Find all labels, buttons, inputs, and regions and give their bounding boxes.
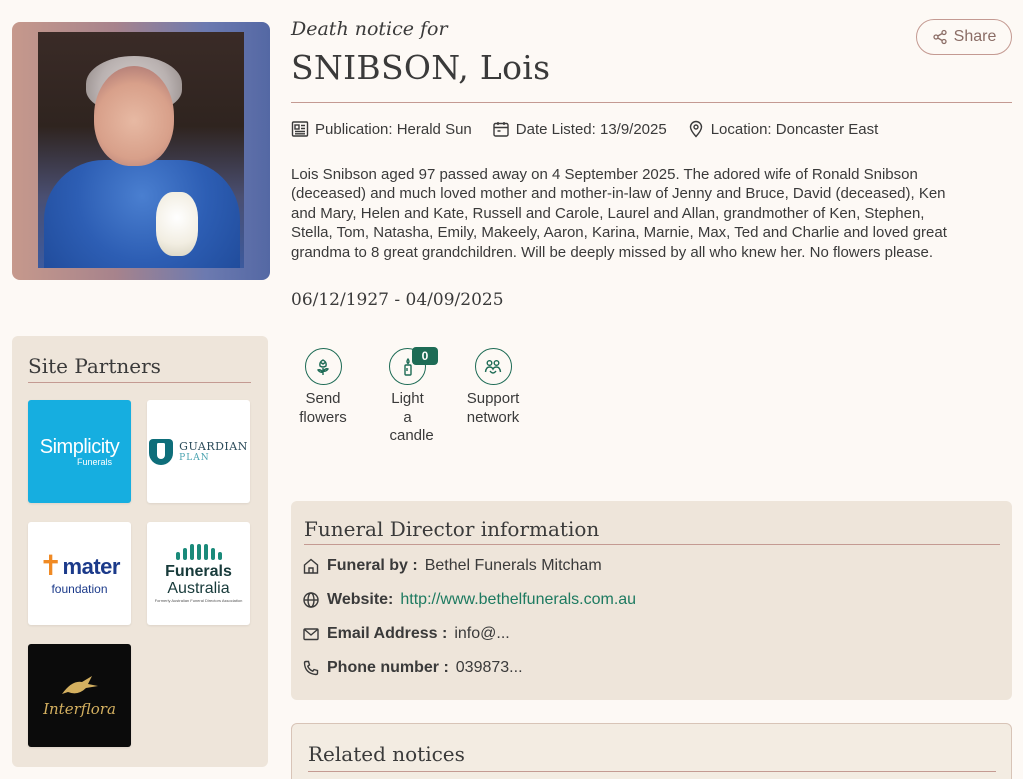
life-dates: 06/12/1927 - 04/09/2025: [291, 290, 504, 310]
shield-icon: [149, 438, 174, 465]
light-candle-button[interactable]: 0 Light a candle: [389, 347, 438, 446]
mail-icon: [302, 625, 320, 643]
email-value[interactable]: info@...: [454, 625, 509, 643]
divider: [308, 771, 996, 772]
funeral-director-panel: Funeral Director information Funeral by …: [291, 501, 1012, 700]
guardian-logo-text: GUARDIAN: [179, 440, 248, 453]
simplicity-logo-sub: Funerals: [76, 457, 112, 467]
light-candle-label: Light a candle: [389, 390, 434, 444]
funerals-logo-tagline: Formerly Australian Funeral Directors As…: [154, 597, 243, 603]
portrait-image: [38, 32, 244, 268]
partner-mater-foundation[interactable]: ✝ mater foundation: [28, 522, 131, 625]
support-network-icon: [474, 348, 512, 385]
share-button[interactable]: Share: [916, 19, 1012, 55]
deceased-photo: [12, 22, 270, 280]
simplicity-logo-text: Simplicity: [39, 436, 120, 458]
email-key: Email Address :: [327, 625, 448, 642]
phone-key: Phone number :: [327, 659, 449, 676]
divider: [28, 382, 251, 383]
website-link[interactable]: http://www.bethelfunerals.com.au: [400, 591, 636, 609]
send-flowers-label: Send flowers: [299, 390, 347, 426]
email-row: Email Address : info@...: [302, 625, 510, 643]
funeral-director-title: Funeral Director information: [304, 517, 600, 541]
guardian-logo-sub: PLAN: [179, 453, 210, 463]
newspaper-icon: [291, 120, 309, 138]
share-label: Share: [953, 28, 997, 45]
funeral-by-key: Funeral by :: [327, 557, 418, 574]
divider: [304, 544, 1000, 545]
calendar-icon: [492, 120, 510, 138]
funeral-by-value: Bethel Funerals Mitcham: [424, 557, 602, 574]
send-flowers-button[interactable]: Send flowers: [293, 348, 353, 427]
notice-body: Lois Snibson aged 97 passed away on 4 Se…: [291, 166, 947, 261]
location-label: Location: Doncaster East: [710, 120, 879, 138]
notice-meta: Publication: Herald Sun Date Listed: 13/…: [291, 120, 878, 138]
support-network-button[interactable]: Support network: [460, 348, 526, 427]
funerals-logo-text: Funerals: [165, 563, 232, 581]
website-key: Website:: [327, 591, 394, 608]
related-notices-title: Related notices: [308, 742, 465, 766]
mercury-icon: [58, 674, 102, 700]
publication-meta: Publication: Herald Sun: [291, 120, 472, 138]
deceased-name: SNIBSON, Lois: [291, 48, 551, 87]
website-row: Website: http://www.bethelfunerals.com.a…: [302, 591, 636, 609]
cross-icon: ✝: [39, 549, 63, 581]
support-network-label: Support network: [466, 390, 520, 426]
phone-value[interactable]: 039873...: [456, 659, 523, 677]
site-partners-panel: Site Partners Simplicity Funerals GUARDI…: [12, 336, 268, 767]
home-icon: [302, 557, 320, 575]
mater-logo-sub: foundation: [51, 581, 108, 596]
notice-heading: Death notice for: [291, 18, 448, 40]
phone-row: Phone number : 039873...: [302, 659, 523, 677]
map-pin-icon: [687, 120, 705, 138]
related-notices-panel: Related notices: [291, 723, 1012, 779]
sunrise-icon: [175, 544, 222, 561]
mater-logo-text: mater: [62, 553, 121, 579]
site-partners-title: Site Partners: [28, 354, 161, 378]
share-icon: [932, 29, 948, 45]
funeral-by-row: Funeral by : Bethel Funerals Mitcham: [302, 557, 602, 575]
location-meta: Location: Doncaster East: [687, 120, 879, 138]
candle-count-badge: 0: [412, 347, 438, 365]
divider: [291, 102, 1012, 103]
partner-funerals-australia[interactable]: Funerals Australia Formerly Australian F…: [147, 522, 250, 625]
date-listed-meta: Date Listed: 13/9/2025: [492, 120, 667, 138]
partner-simplicity-funerals[interactable]: Simplicity Funerals: [28, 400, 131, 503]
date-listed-label: Date Listed: 13/9/2025: [515, 120, 667, 138]
phone-icon: [302, 659, 320, 677]
interflora-logo-text: Interflora: [43, 699, 116, 718]
partner-interflora[interactable]: Interflora: [28, 644, 131, 747]
australia-logo-text: Australia: [167, 580, 230, 598]
publication-label: Publication: Herald Sun: [315, 120, 472, 138]
flower-icon: [304, 348, 342, 385]
partner-guardian-plan[interactable]: GUARDIAN PLAN: [147, 400, 250, 503]
globe-icon: [302, 591, 320, 609]
